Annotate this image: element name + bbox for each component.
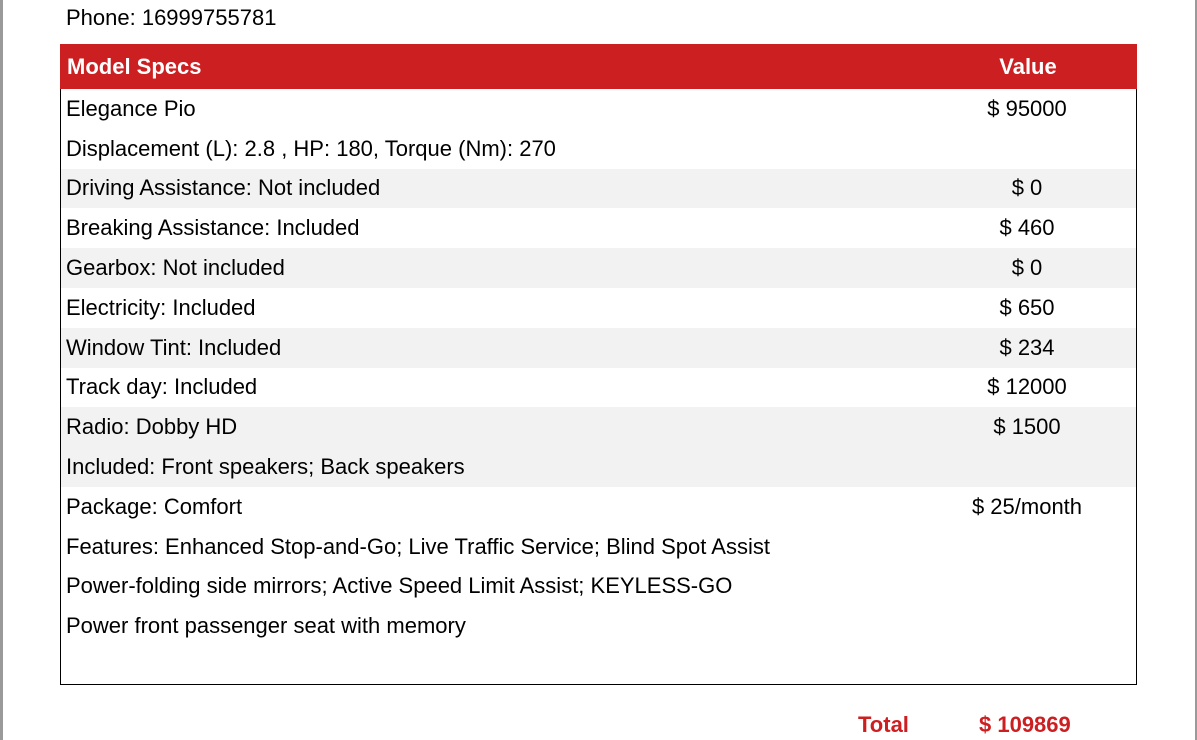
- page-border-left: [0, 0, 3, 740]
- table-body: Elegance Pio $ 95000 Displacement (L): 2.8…: [61, 89, 1136, 646]
- spec-cell: Gearbox: Not included: [66, 255, 285, 281]
- header-model-specs: Model Specs: [67, 53, 202, 79]
- spec-cell: Power front passenger seat with memory: [66, 613, 466, 639]
- spec-cell: Window Tint: Included: [66, 334, 282, 360]
- table-row: Radio: Dobby HD $ 1500: [61, 407, 1136, 448]
- header-value: Value: [999, 53, 1057, 79]
- table-header: Model Specs Value: [60, 44, 1137, 89]
- spec-cell: Electricity: Included: [66, 294, 256, 320]
- value-cell: $ 95000: [987, 95, 1067, 121]
- value-cell: $ 12000: [987, 374, 1067, 400]
- table-row: Power front passenger seat with memory: [61, 606, 1136, 646]
- value-cell: $ 1500: [993, 414, 1061, 440]
- spec-cell: Features: Enhanced Stop-and-Go; Live Tra…: [66, 533, 770, 559]
- table-row: Window Tint: Included $ 234: [61, 327, 1136, 368]
- spec-cell: Included: Front speakers; Back speakers: [66, 454, 465, 480]
- table-row: Features: Enhanced Stop-and-Go; Live Tra…: [61, 527, 1136, 567]
- value-cell: $ 650: [999, 294, 1055, 320]
- phone-number: Phone: 16999755781: [66, 5, 277, 30]
- table-row: Track day: Included $ 12000: [61, 368, 1136, 408]
- table-row: Driving Assistance: Not included $ 0: [61, 168, 1136, 209]
- table-row: Elegance Pio $ 95000: [61, 89, 1136, 129]
- value-cell: $ 460: [999, 215, 1055, 241]
- spec-cell: Track day: Included: [66, 374, 258, 400]
- total-value: $ 109869: [979, 712, 1071, 737]
- table-row: Electricity: Included $ 650: [61, 288, 1136, 328]
- spec-cell: Package: Comfort: [66, 493, 243, 519]
- table-row: Gearbox: Not included $ 0: [61, 248, 1136, 288]
- table-row: Displacement (L): 2.8 , HP: 180, Torque …: [61, 129, 1136, 169]
- spec-cell: Power-folding side mirrors; Active Speed…: [66, 573, 733, 599]
- model-specs-table: Model Specs Value Elegance Pio $ 95000 Dis…: [60, 44, 1137, 685]
- value-cell: $ 234: [999, 334, 1055, 360]
- spec-cell: Breaking Assistance: Included: [66, 215, 360, 241]
- spec-cell: Elegance Pio: [66, 95, 196, 121]
- spec-cell: Driving Assistance: Not included: [66, 175, 381, 201]
- table-row: Breaking Assistance: Included $ 460: [61, 208, 1136, 248]
- table-row: Power-folding side mirrors; Active Speed…: [61, 567, 1136, 607]
- spec-cell: Radio: Dobby HD: [66, 414, 238, 440]
- value-cell: $ 0: [1011, 255, 1043, 281]
- table-row: Included: Front speakers; Back speakers: [61, 447, 1136, 487]
- total-label: Total: [858, 712, 909, 737]
- value-cell: $ 0: [1011, 175, 1043, 201]
- spec-cell: Displacement (L): 2.8 , HP: 180, Torque …: [66, 135, 556, 161]
- table-row: Package: Comfort $ 25/month: [61, 487, 1136, 527]
- value-cell: $ 25/month: [971, 493, 1083, 519]
